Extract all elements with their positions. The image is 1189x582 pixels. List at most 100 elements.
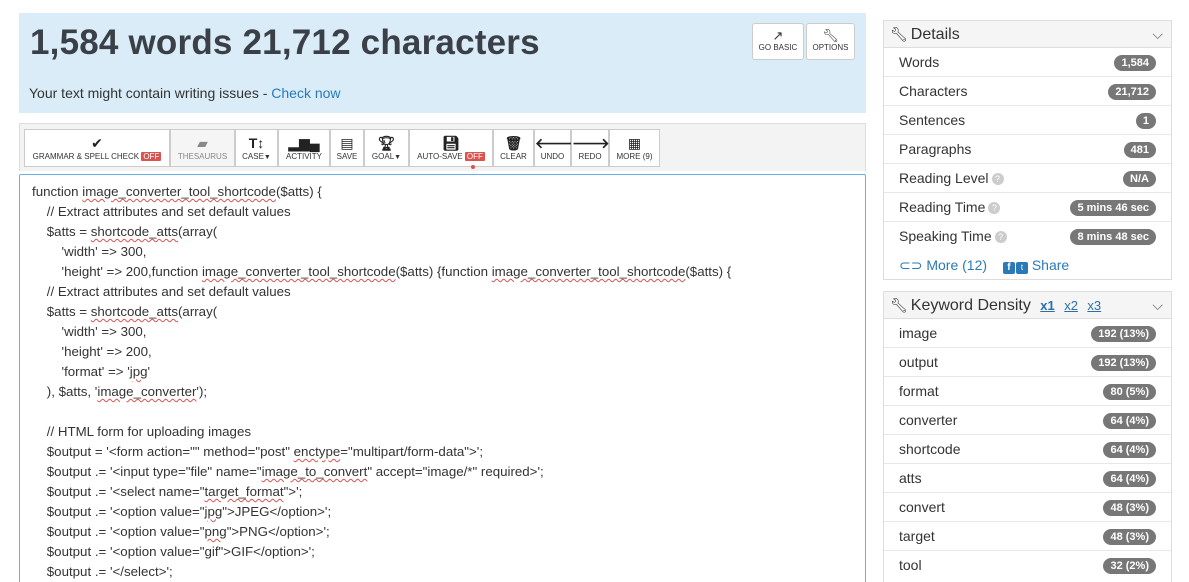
more-stats-link[interactable]: More (12) bbox=[926, 257, 987, 273]
keyword-row: output 192 (13%) bbox=[884, 348, 1171, 377]
keyword-badge: 64 (4%) bbox=[1103, 442, 1156, 458]
keyword-row: convert 48 (3%) bbox=[884, 493, 1171, 522]
detail-badge: 21,712 bbox=[1108, 84, 1156, 100]
bar-chart-icon: ▂▆▄ bbox=[288, 135, 320, 151]
toggle-icon: ⊂⊃ bbox=[899, 257, 923, 273]
editor-line: // Extract attributes and set default va… bbox=[32, 284, 291, 299]
activity-label: ACTIVITY bbox=[285, 152, 322, 161]
editor-content[interactable]: function image_converter_tool_shortcode(… bbox=[32, 182, 731, 582]
chevron-down-icon[interactable]: ⌵ bbox=[1152, 292, 1163, 319]
save-label: SAVE bbox=[336, 152, 358, 161]
book-icon: ▰ bbox=[197, 135, 208, 151]
editor-line: $atts = shortcode_atts(array( bbox=[32, 224, 218, 239]
detail-badge: 481 bbox=[1123, 142, 1156, 158]
details-panel: 🔧︎ Details ⌵ Words 1,584 Characters 21,712 Se… bbox=[883, 20, 1172, 280]
detail-badge: 8 mins 48 sec bbox=[1070, 229, 1156, 245]
external-link-icon: ↗ bbox=[772, 28, 784, 43]
details-footer: ⊂⊃ More (12) ft Share bbox=[884, 251, 1171, 279]
thesaurus-label: THESAURUS bbox=[177, 152, 228, 161]
text-editor[interactable]: function image_converter_tool_shortcode(… bbox=[19, 174, 866, 582]
redo-button[interactable]: 🡒 REDO bbox=[571, 129, 610, 167]
chevron-down-icon[interactable]: ⌵ bbox=[1152, 21, 1163, 48]
facebook-icon[interactable]: f bbox=[1002, 262, 1015, 274]
grid-icon: ▦ bbox=[627, 135, 642, 151]
help-icon[interactable]: ? bbox=[988, 202, 1001, 214]
arrow-left-icon: 🡐 bbox=[535, 135, 573, 151]
editor-line: function image_converter_tool_shortcode(… bbox=[32, 184, 322, 199]
activity-button[interactable]: ▂▆▄ ACTIVITY bbox=[278, 129, 330, 167]
options-label: OPTIONS bbox=[812, 43, 849, 52]
case-button[interactable]: T↕ CASE▼ bbox=[235, 129, 278, 167]
editor-line: 'width' => 300, bbox=[32, 324, 147, 339]
undo-label: UNDO bbox=[540, 152, 565, 161]
check-icon: ✔ bbox=[91, 135, 103, 151]
caret-down-icon: ▼ bbox=[263, 154, 271, 161]
clear-label: CLEAR bbox=[500, 152, 527, 161]
keyword-label: target bbox=[899, 528, 935, 544]
keyword-row: shortcode 64 (4%) bbox=[884, 435, 1171, 464]
case-label: CASE bbox=[242, 152, 264, 161]
help-icon[interactable]: ? bbox=[994, 231, 1007, 243]
go-basic-button[interactable]: ↗ GO BASIC bbox=[752, 23, 804, 60]
help-icon[interactable]: ? bbox=[991, 173, 1004, 185]
density-x2-link[interactable]: x2 bbox=[1064, 298, 1078, 313]
wrench-icon: 🔧︎ bbox=[890, 26, 908, 42]
keyword-label: tool bbox=[899, 557, 922, 573]
detail-row: Reading Time? 5 mins 46 sec bbox=[884, 193, 1171, 222]
trophy-icon: 🏆︎ bbox=[377, 135, 396, 151]
detail-badge: 5 mins 46 sec bbox=[1070, 200, 1156, 216]
detail-row: Sentences 1 bbox=[884, 106, 1171, 135]
detail-row: Characters 21,712 bbox=[884, 77, 1171, 106]
density-x3-link[interactable]: x3 bbox=[1087, 298, 1101, 313]
grammar-spell-check-button[interactable]: ✔ GRAMMAR & SPELL CHECK OFF bbox=[24, 129, 170, 167]
keyword-row: tool 32 (2%) bbox=[884, 551, 1171, 580]
grammar-off-badge: OFF bbox=[141, 152, 162, 161]
arrow-right-icon: 🡒 bbox=[572, 135, 610, 151]
more-label: MORE (9) bbox=[616, 152, 653, 161]
clear-button[interactable]: 🗑︎ CLEAR bbox=[493, 129, 534, 167]
check-now-link[interactable]: Check now bbox=[271, 85, 340, 101]
detail-row: Reading Level? N/A bbox=[884, 164, 1171, 193]
keyword-row: converter 64 (4%) bbox=[884, 406, 1171, 435]
more-button[interactable]: ▦ MORE (9) bbox=[609, 129, 660, 167]
keyword-label: convert bbox=[899, 499, 945, 515]
keyword-label: output bbox=[899, 354, 938, 370]
keyword-badge: 64 (4%) bbox=[1103, 471, 1156, 487]
keyword-row: format 80 (5%) bbox=[884, 377, 1171, 406]
goal-button[interactable]: 🏆︎ GOAL▼ bbox=[364, 129, 409, 167]
details-title: Details bbox=[910, 26, 960, 43]
undo-button[interactable]: 🡐 UNDO bbox=[534, 129, 573, 167]
editor-toolbar: ✔ GRAMMAR & SPELL CHECK OFF ▰ THESAURUS … bbox=[19, 123, 866, 171]
auto-save-button[interactable]: 💾︎ AUTO-SAVE OFF bbox=[409, 129, 493, 167]
thesaurus-button[interactable]: ▰ THESAURUS bbox=[170, 129, 235, 167]
unsaved-indicator bbox=[471, 165, 475, 169]
details-header[interactable]: 🔧︎ Details ⌵ bbox=[884, 21, 1171, 48]
detail-badge: N/A bbox=[1123, 171, 1156, 187]
editor-line: $output .= '<select name="target_format"… bbox=[32, 484, 303, 499]
editor-line: $atts = shortcode_atts(array( bbox=[32, 304, 218, 319]
keyword-badge: 48 (3%) bbox=[1103, 529, 1156, 545]
twitter-icon[interactable]: t bbox=[1015, 262, 1028, 274]
detail-badge: 1 bbox=[1135, 113, 1156, 129]
options-button[interactable]: 🔧︎ OPTIONS bbox=[806, 23, 855, 60]
goal-label: GOAL bbox=[371, 152, 395, 161]
share-link[interactable]: Share bbox=[1032, 257, 1069, 273]
detail-row: Words 1,584 bbox=[884, 48, 1171, 77]
editor-line: 'height' => 200,function image_converter… bbox=[32, 264, 732, 279]
save-button[interactable]: ▤ SAVE bbox=[330, 129, 364, 167]
floppy-disk-icon: 💾︎ bbox=[442, 135, 460, 151]
keyword-density-header[interactable]: 🔧︎ Keyword Density x1 x2 x3 ⌵ bbox=[884, 292, 1171, 319]
density-x1-link[interactable]: x1 bbox=[1040, 298, 1054, 313]
page-title: 1,584 words 21,712 characters bbox=[30, 23, 540, 62]
keyword-label: shortcode bbox=[899, 441, 961, 457]
autosave-label: AUTO-SAVE bbox=[417, 152, 463, 161]
stats-header: 1,584 words 21,712 characters Your text … bbox=[19, 13, 866, 113]
caret-down-icon: ▼ bbox=[394, 154, 402, 161]
autosave-off-badge: OFF bbox=[464, 152, 485, 161]
keyword-label: atts bbox=[899, 470, 922, 486]
editor-line: 'format' => 'jpg' bbox=[32, 364, 151, 379]
detail-label: Sentences bbox=[899, 112, 966, 128]
editor-line: ), $atts, 'image_converter'); bbox=[32, 384, 208, 399]
detail-label: Reading Level bbox=[899, 170, 989, 186]
